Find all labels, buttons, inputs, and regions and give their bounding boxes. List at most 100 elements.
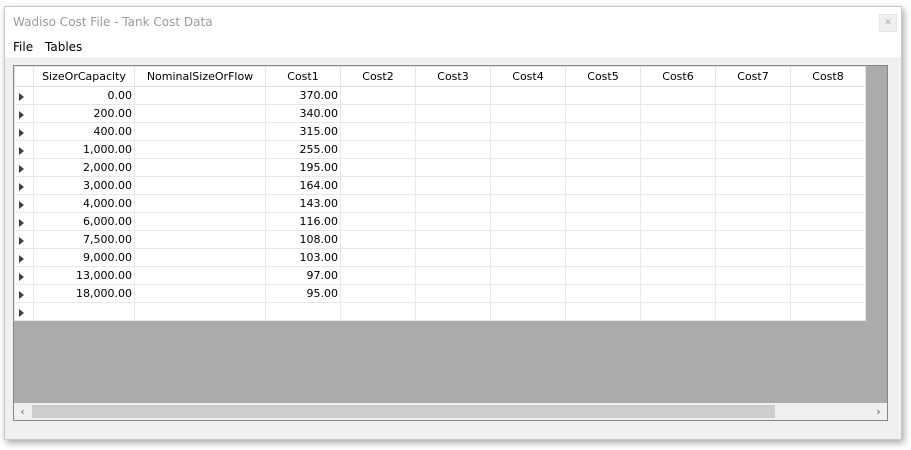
cell-size[interactable]: 4,000.00	[33, 194, 135, 213]
cell-cost6[interactable]	[640, 284, 716, 303]
cell-cost8[interactable]	[790, 248, 866, 267]
cell-cost4[interactable]	[490, 86, 566, 105]
column-header-cost5[interactable]: Cost5	[565, 66, 641, 87]
cell-cost4[interactable]	[490, 212, 566, 231]
cell-cost2[interactable]	[340, 86, 416, 105]
table-row[interactable]: 1,000.00 255.00	[14, 140, 866, 159]
column-header-cost3[interactable]: Cost3	[415, 66, 491, 87]
close-button[interactable]: ✕	[879, 14, 897, 32]
cell-cost5[interactable]	[565, 176, 641, 195]
cell-cost3[interactable]	[415, 122, 491, 141]
cell-size[interactable]	[33, 302, 135, 321]
column-header-cost7[interactable]: Cost7	[715, 66, 791, 87]
cell-cost1[interactable]: 97.00	[265, 266, 341, 285]
cell-cost8[interactable]	[790, 158, 866, 177]
row-header[interactable]	[14, 176, 34, 195]
menu-file[interactable]: File	[11, 39, 35, 55]
cell-cost3[interactable]	[415, 230, 491, 249]
row-header[interactable]	[14, 284, 34, 303]
row-header[interactable]	[14, 230, 34, 249]
column-header-cost8[interactable]: Cost8	[790, 66, 866, 87]
table-row[interactable]: 6,000.00 116.00	[14, 212, 866, 231]
row-header[interactable]	[14, 104, 34, 123]
scroll-right-arrow-icon[interactable]: ›	[870, 403, 887, 420]
cell-nominal[interactable]	[134, 122, 266, 141]
column-header-cost4[interactable]: Cost4	[490, 66, 566, 87]
cell-cost8[interactable]	[790, 212, 866, 231]
cell-cost5[interactable]	[565, 86, 641, 105]
cell-cost8[interactable]	[790, 284, 866, 303]
cell-nominal[interactable]	[134, 104, 266, 123]
cell-cost3[interactable]	[415, 86, 491, 105]
column-header-cost1[interactable]: Cost1	[265, 66, 341, 87]
cell-cost6[interactable]	[640, 212, 716, 231]
cell-cost1[interactable]: 116.00	[265, 212, 341, 231]
cell-cost4[interactable]	[490, 104, 566, 123]
cell-cost3[interactable]	[415, 104, 491, 123]
cell-cost8[interactable]	[790, 176, 866, 195]
cell-cost1[interactable]: 103.00	[265, 248, 341, 267]
table-row[interactable]: 2,000.00 195.00	[14, 158, 866, 177]
cell-cost2[interactable]	[340, 266, 416, 285]
cell-cost1[interactable]: 255.00	[265, 140, 341, 159]
cell-nominal[interactable]	[134, 86, 266, 105]
row-header[interactable]	[14, 86, 34, 105]
table-row[interactable]	[14, 302, 866, 321]
cell-nominal[interactable]	[134, 284, 266, 303]
table-row[interactable]: 7,500.00 108.00	[14, 230, 866, 249]
cell-cost7[interactable]	[715, 284, 791, 303]
column-header-cost2[interactable]: Cost2	[340, 66, 416, 87]
cell-cost8[interactable]	[790, 194, 866, 213]
cell-cost6[interactable]	[640, 194, 716, 213]
cell-cost4[interactable]	[490, 230, 566, 249]
cell-cost3[interactable]	[415, 266, 491, 285]
scroll-left-arrow-icon[interactable]: ‹	[14, 403, 31, 420]
cell-cost4[interactable]	[490, 176, 566, 195]
cell-cost6[interactable]	[640, 122, 716, 141]
cell-nominal[interactable]	[134, 302, 266, 321]
cell-cost4[interactable]	[490, 158, 566, 177]
cell-cost7[interactable]	[715, 230, 791, 249]
cell-cost3[interactable]	[415, 194, 491, 213]
cell-cost7[interactable]	[715, 248, 791, 267]
cell-cost2[interactable]	[340, 302, 416, 321]
cell-cost8[interactable]	[790, 122, 866, 141]
horizontal-scrollbar[interactable]: ‹ ›	[14, 403, 887, 420]
cell-cost2[interactable]	[340, 176, 416, 195]
cell-cost7[interactable]	[715, 176, 791, 195]
cell-cost4[interactable]	[490, 266, 566, 285]
column-header-cost6[interactable]: Cost6	[640, 66, 716, 87]
cell-cost6[interactable]	[640, 230, 716, 249]
cell-cost6[interactable]	[640, 266, 716, 285]
cell-nominal[interactable]	[134, 212, 266, 231]
cell-cost4[interactable]	[490, 194, 566, 213]
cell-cost3[interactable]	[415, 302, 491, 321]
cell-cost8[interactable]	[790, 104, 866, 123]
cell-cost5[interactable]	[565, 158, 641, 177]
cell-size[interactable]: 2,000.00	[33, 158, 135, 177]
cell-cost8[interactable]	[790, 302, 866, 321]
row-header[interactable]	[14, 158, 34, 177]
column-header-nominalsizeorflow[interactable]: NominalSizeOrFlow	[134, 66, 266, 87]
cell-cost2[interactable]	[340, 230, 416, 249]
cell-cost2[interactable]	[340, 194, 416, 213]
cell-cost6[interactable]	[640, 158, 716, 177]
row-header[interactable]	[14, 248, 34, 267]
cell-cost7[interactable]	[715, 140, 791, 159]
cell-size[interactable]: 18,000.00	[33, 284, 135, 303]
cell-nominal[interactable]	[134, 194, 266, 213]
cell-cost1[interactable]: 143.00	[265, 194, 341, 213]
table-row[interactable]: 4,000.00 143.00	[14, 194, 866, 213]
cell-cost5[interactable]	[565, 212, 641, 231]
cell-cost5[interactable]	[565, 140, 641, 159]
cell-cost5[interactable]	[565, 194, 641, 213]
cell-cost4[interactable]	[490, 284, 566, 303]
menu-tables[interactable]: Tables	[43, 39, 84, 55]
cell-cost5[interactable]	[565, 266, 641, 285]
cell-cost1[interactable]: 340.00	[265, 104, 341, 123]
cell-cost8[interactable]	[790, 140, 866, 159]
cell-nominal[interactable]	[134, 140, 266, 159]
table-row[interactable]: 3,000.00 164.00	[14, 176, 866, 195]
cell-size[interactable]: 13,000.00	[33, 266, 135, 285]
cell-cost7[interactable]	[715, 122, 791, 141]
